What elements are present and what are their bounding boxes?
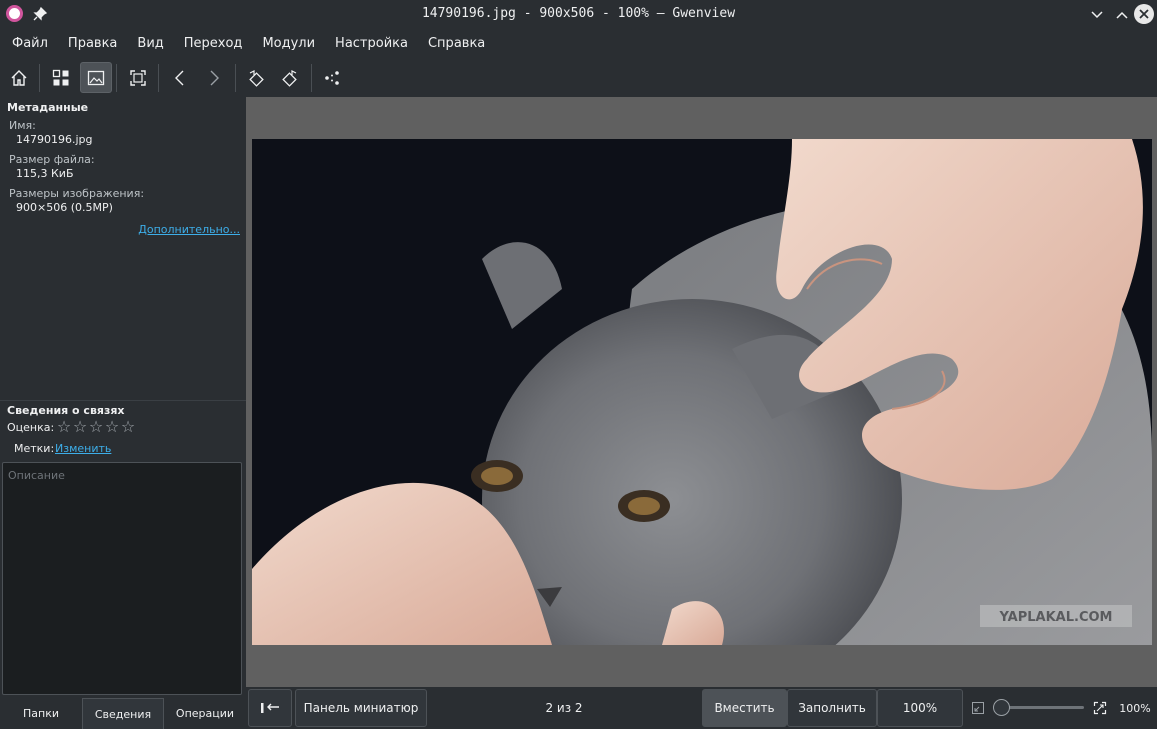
menu-go[interactable]: Переход (174, 30, 253, 58)
description-field[interactable]: Описание (2, 462, 242, 695)
filesize-label: Размер файла: (9, 153, 95, 166)
menu-view[interactable]: Вид (127, 30, 173, 58)
star-icon[interactable]: ☆ (104, 417, 120, 436)
sidebar: Метаданные Имя: 14790196.jpg Размер файл… (0, 97, 246, 729)
thumbnail-bar-toggle-icon[interactable] (248, 689, 292, 727)
name-label: Имя: (9, 119, 36, 132)
menu-settings[interactable]: Настройка (325, 30, 418, 58)
dimensions-value: 900×506 (0.5MP) (16, 201, 113, 214)
next-icon[interactable] (198, 62, 230, 93)
star-icon[interactable]: ☆ (72, 417, 88, 436)
star-icon[interactable]: ☆ (120, 417, 136, 436)
rotate-left-icon[interactable] (240, 62, 272, 93)
home-icon[interactable] (3, 62, 35, 93)
menu-help[interactable]: Справка (418, 30, 495, 58)
main-toolbar (0, 58, 1157, 97)
semantic-section-title: Сведения о связях (7, 404, 125, 417)
zoom-out-icon[interactable] (968, 689, 988, 727)
tab-operations[interactable]: Операции (164, 698, 246, 729)
window-title: 14790196.jpg - 900x506 - 100% — Gwenview (421, 6, 736, 21)
bottom-bar: Панель миниатюр 2 из 2 Вместить Заполнит… (246, 687, 1157, 729)
close-button[interactable] (1134, 4, 1154, 24)
tab-information[interactable]: Сведения (82, 698, 164, 729)
zoom-value-label: 100% (1119, 701, 1151, 715)
dimensions-label: Размеры изображения: (9, 187, 145, 200)
menu-bar: Файл Правка Вид Переход Модули Настройка… (0, 30, 1157, 58)
more-metadata-link[interactable]: Дополнительно... (138, 223, 240, 236)
maximize-button[interactable] (1113, 6, 1131, 24)
zoom-100-button[interactable]: 100% (877, 689, 963, 727)
rotate-right-icon[interactable] (274, 62, 306, 93)
minimize-button[interactable] (1088, 6, 1106, 24)
menu-file[interactable]: Файл (2, 30, 58, 58)
zoom-slider-handle[interactable] (993, 699, 1010, 716)
image-viewer[interactable]: YAPLAKAL.COM (246, 97, 1157, 687)
view-image-icon[interactable] (80, 62, 112, 93)
browse-grid-icon[interactable] (45, 62, 77, 93)
previous-icon[interactable] (164, 62, 196, 93)
sidebar-tabs: Папки Сведения Операции (0, 698, 246, 729)
metadata-section-title: Метаданные (7, 101, 89, 114)
star-icon[interactable]: ☆ (88, 417, 104, 436)
menu-plugins[interactable]: Модули (252, 30, 325, 58)
watermark-text: YAPLAKAL.COM (999, 610, 1113, 625)
fill-button[interactable]: Заполнить (787, 689, 877, 727)
share-icon[interactable] (316, 62, 348, 93)
fullscreen-icon[interactable] (122, 62, 154, 93)
zoom-in-icon[interactable] (1090, 689, 1110, 727)
zoom-slider-track[interactable] (1000, 706, 1084, 709)
name-value: 14790196.jpg (16, 133, 93, 146)
fit-button[interactable]: Вместить (702, 689, 787, 727)
photo-gray-cat: YAPLAKAL.COM (252, 139, 1152, 645)
image-position-label: 2 из 2 (545, 701, 583, 715)
menu-edit[interactable]: Правка (58, 30, 127, 58)
filesize-value: 115,3 КиБ (16, 167, 74, 180)
title-bar: 14790196.jpg - 900x506 - 100% — Gwenview (0, 0, 1157, 30)
tags-label: Метки: (14, 442, 55, 455)
rating-stars[interactable]: ☆ ☆ ☆ ☆ ☆ (56, 417, 136, 436)
rating-label: Оценка: (7, 421, 55, 434)
thumbnail-panel-button[interactable]: Панель миниатюр (295, 689, 427, 727)
star-icon[interactable]: ☆ (56, 417, 72, 436)
tab-folders[interactable]: Папки (0, 698, 82, 729)
edit-tags-link[interactable]: Изменить (55, 442, 111, 455)
description-placeholder: Описание (8, 469, 65, 482)
sidebar-divider (0, 400, 246, 401)
